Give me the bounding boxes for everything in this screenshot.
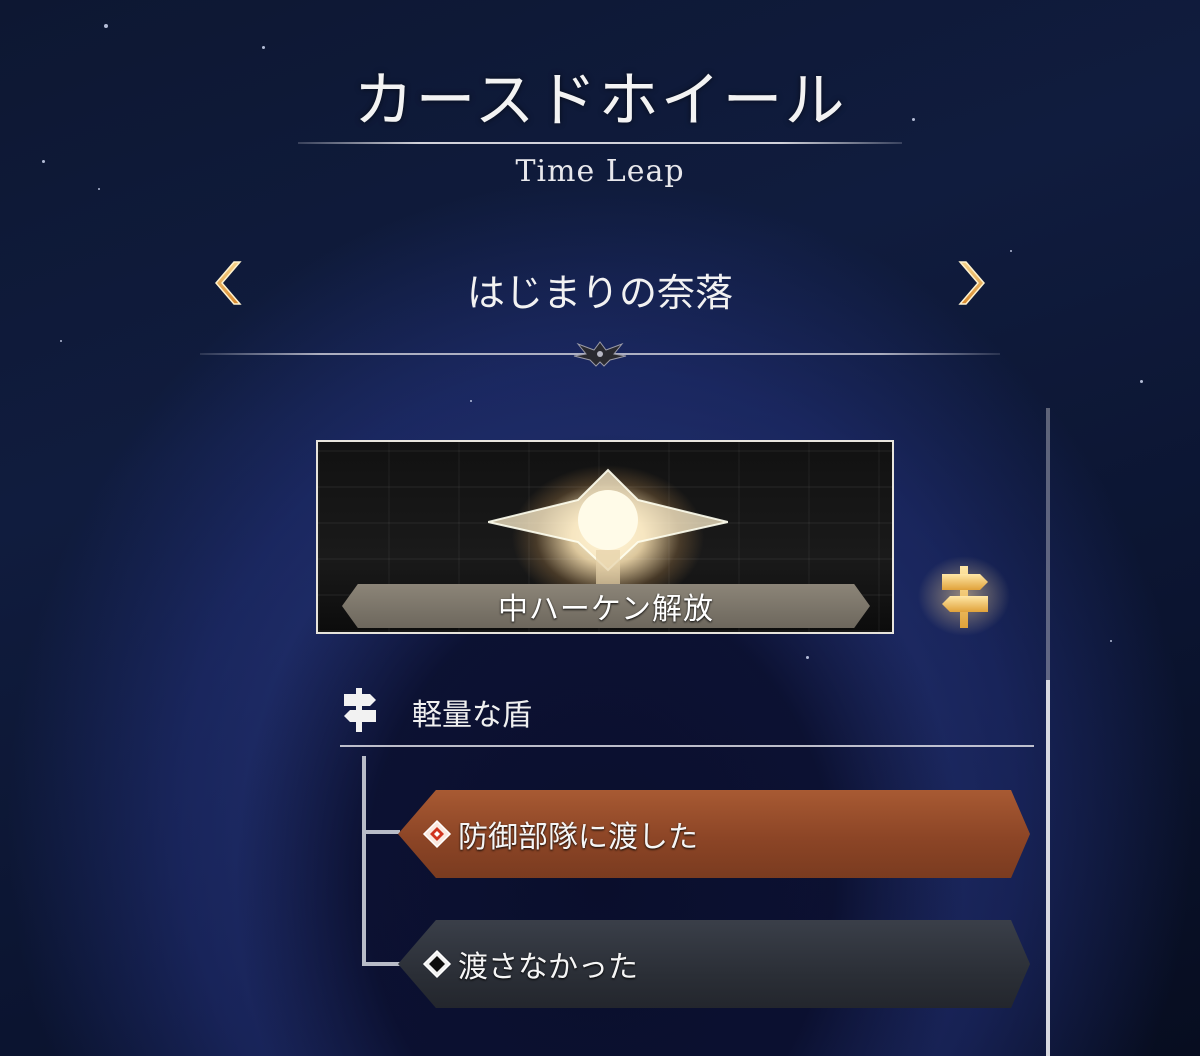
chevron-left-icon (215, 261, 242, 305)
event-card[interactable]: 中ハーケン解放 (316, 440, 894, 634)
diamond-selected-icon (422, 819, 452, 849)
tree-connector (362, 830, 400, 834)
branch-divider (340, 745, 1034, 747)
signpost-icon[interactable] (918, 556, 1010, 636)
time-leap-screen: カースドホイール Time Leap はじまりの奈落 中ハーケン解放 軽量な盾 … (0, 0, 1200, 1056)
title-divider (298, 142, 902, 144)
event-label-text: 中ハーケン解放 (497, 592, 715, 627)
event-label: 中ハーケン解放 (342, 584, 870, 628)
signpost-icon (344, 688, 376, 732)
star (470, 400, 472, 402)
star (262, 46, 265, 49)
winged-ornament-icon (573, 341, 627, 367)
next-chapter-button[interactable] (950, 258, 990, 308)
glowing-artifact-icon (488, 468, 728, 590)
star (806, 656, 809, 659)
chevron-right-icon (958, 261, 985, 305)
previous-chapter-button[interactable] (210, 258, 250, 308)
tree-connector (362, 962, 400, 966)
choice-option[interactable]: 渡さなかった (398, 920, 1030, 1008)
chapter-name: はじまりの奈落 (466, 271, 733, 315)
branch-title: 軽量な盾 (412, 698, 532, 733)
diamond-unselected-icon (422, 949, 452, 979)
tree-connector (362, 756, 366, 966)
scrollbar-thumb[interactable] (1046, 680, 1050, 1056)
star (1010, 250, 1012, 252)
star (1110, 640, 1112, 642)
choice-text: 渡さなかった (458, 950, 638, 985)
star (60, 340, 62, 342)
page-subtitle: Time Leap (515, 154, 685, 189)
page-title: カースドホイール (353, 66, 847, 136)
choice-text: 防御部隊に渡した (458, 820, 698, 855)
choice-option-selected[interactable]: 防御部隊に渡した (398, 790, 1030, 878)
star (1140, 380, 1143, 383)
star (104, 24, 108, 28)
